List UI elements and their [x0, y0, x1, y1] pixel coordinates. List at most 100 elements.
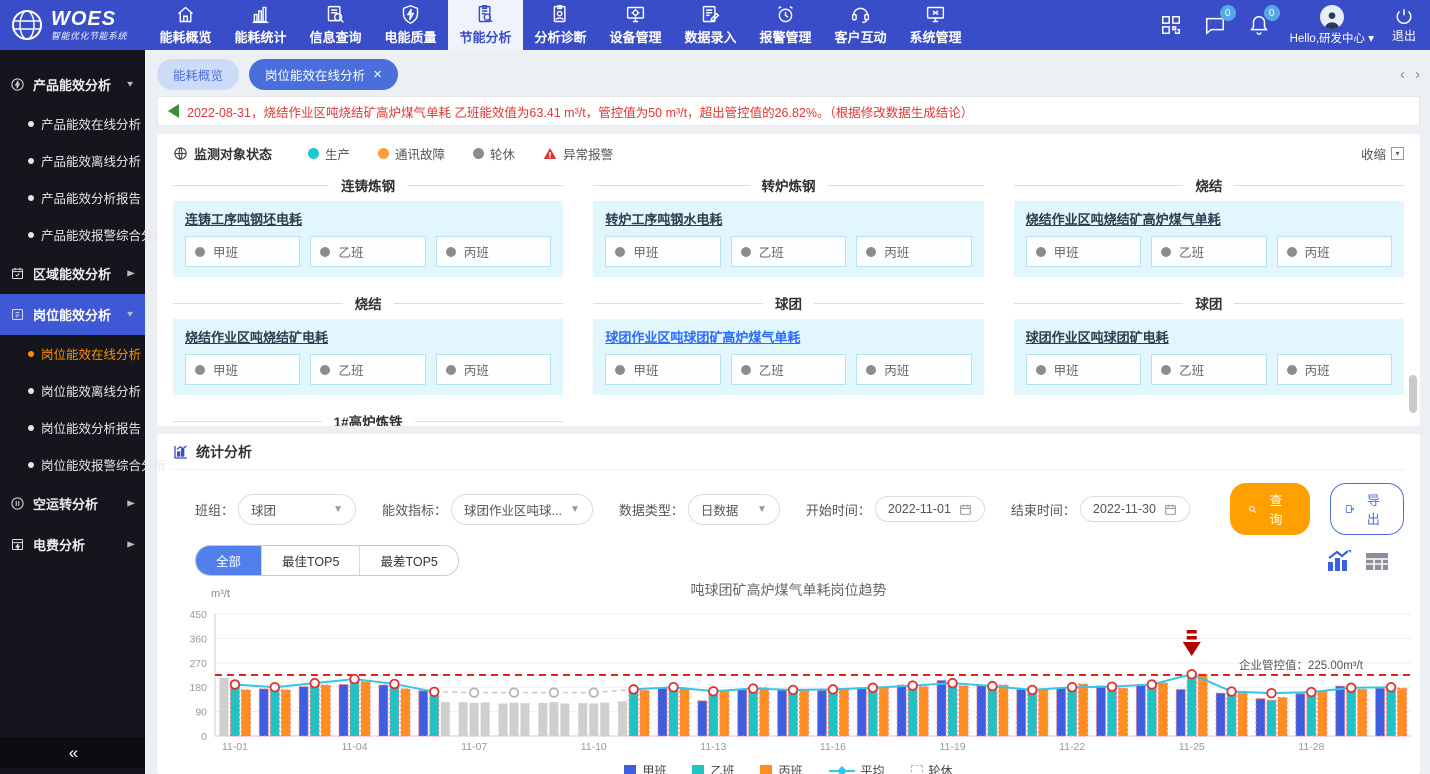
average-point[interactable]: [908, 681, 917, 690]
bar-丙班[interactable]: [640, 690, 649, 736]
shift-status-box[interactable]: 丙班: [436, 236, 551, 267]
top-nav-item-6[interactable]: 分析诊断: [523, 0, 598, 50]
bar-甲班[interactable]: [817, 690, 826, 736]
bar-丙班[interactable]: [1119, 688, 1128, 736]
bar-乙班[interactable]: [310, 684, 319, 736]
bell-icon[interactable]: 0: [1246, 12, 1272, 38]
legend-item-甲班[interactable]: 甲班: [624, 762, 666, 774]
bar-丙班[interactable]: [281, 690, 290, 736]
average-point[interactable]: [310, 679, 319, 688]
average-point[interactable]: [1148, 680, 1157, 689]
chart-view-icon[interactable]: [1326, 549, 1352, 573]
bar-丙班[interactable]: [999, 685, 1008, 736]
bar-乙班[interactable]: [749, 689, 758, 736]
monitor-scrollbar[interactable]: [1409, 140, 1417, 420]
shift-status-box[interactable]: 甲班: [605, 236, 720, 267]
start-date-input[interactable]: 2022-11-01: [875, 496, 985, 522]
bar-丙班[interactable]: [1278, 698, 1287, 736]
top-nav-item-4[interactable]: 电能质量: [373, 0, 448, 50]
shift-status-box[interactable]: 丙班: [436, 354, 551, 385]
bar-乙班[interactable]: [789, 691, 798, 736]
average-point[interactable]: [390, 680, 399, 689]
bar-甲班[interactable]: [578, 703, 587, 736]
export-button[interactable]: 导 出: [1330, 483, 1404, 535]
bar-丙班[interactable]: [441, 702, 450, 736]
bar-乙班[interactable]: [1347, 687, 1356, 736]
average-point[interactable]: [669, 683, 678, 692]
page-tab-1[interactable]: 能耗概览: [157, 59, 239, 90]
bar-甲班[interactable]: [1176, 689, 1185, 736]
qr-code-icon[interactable]: [1158, 12, 1184, 38]
indicator-link[interactable]: 转炉工序吨钢水电耗: [605, 209, 722, 228]
bar-甲班[interactable]: [419, 691, 428, 736]
bar-乙班[interactable]: [390, 686, 399, 736]
bar-丙班[interactable]: [241, 690, 250, 736]
top-nav-item-11[interactable]: 系统管理: [898, 0, 973, 50]
shift-status-box[interactable]: 乙班: [731, 236, 846, 267]
top-nav-item-7[interactable]: 设备管理: [598, 0, 673, 50]
logout-button[interactable]: 退出: [1392, 7, 1416, 44]
bar-乙班[interactable]: [1187, 672, 1196, 736]
shift-status-box[interactable]: 丙班: [856, 354, 971, 385]
bar-乙班[interactable]: [669, 687, 678, 736]
bar-丙班[interactable]: [1238, 693, 1247, 736]
bar-丙班[interactable]: [879, 687, 888, 736]
average-point[interactable]: [948, 679, 957, 688]
average-point[interactable]: [350, 675, 359, 684]
shift-status-box[interactable]: 乙班: [310, 236, 425, 267]
shift-status-box[interactable]: 甲班: [185, 354, 300, 385]
close-icon[interactable]: ✕: [373, 68, 382, 81]
average-point[interactable]: [1307, 688, 1316, 697]
legend-item-丙班[interactable]: 丙班: [760, 762, 802, 774]
sidebar-collapse-button[interactable]: «: [0, 737, 145, 768]
top-nav-item-1[interactable]: 能耗概览: [148, 0, 223, 50]
bar-甲班[interactable]: [259, 689, 268, 736]
average-point[interactable]: [869, 683, 878, 692]
bar-乙班[interactable]: [1108, 687, 1117, 736]
bar-甲班[interactable]: [1296, 694, 1305, 736]
bar-丙班[interactable]: [521, 703, 530, 736]
shift-status-box[interactable]: 甲班: [1026, 236, 1141, 267]
bar-甲班[interactable]: [538, 703, 547, 736]
view-tab-2[interactable]: 最佳TOP5: [262, 546, 360, 575]
average-point[interactable]: [709, 687, 718, 696]
bar-甲班[interactable]: [738, 689, 747, 736]
bar-甲班[interactable]: [1057, 689, 1066, 736]
bar-丙班[interactable]: [1318, 691, 1327, 736]
legend-item-offduty[interactable]: 轮休: [911, 762, 953, 774]
shift-status-box[interactable]: 乙班: [310, 354, 425, 385]
average-point[interactable]: [1347, 683, 1356, 692]
average-point[interactable]: [550, 688, 559, 697]
bar-丙班[interactable]: [481, 702, 490, 736]
bar-乙班[interactable]: [230, 687, 239, 736]
bar-丙班[interactable]: [1198, 674, 1207, 736]
tabs-next-arrow[interactable]: ›: [1415, 66, 1420, 83]
average-point[interactable]: [231, 680, 240, 689]
average-point[interactable]: [1068, 683, 1077, 692]
shift-status-box[interactable]: 乙班: [1151, 236, 1266, 267]
sidebar-child-8[interactable]: 岗位能效在线分析: [0, 335, 145, 372]
bar-甲班[interactable]: [618, 701, 627, 736]
sidebar-parent-6[interactable]: 区域能效分析▶: [0, 253, 145, 294]
bar-甲班[interactable]: [857, 688, 866, 736]
bar-乙班[interactable]: [988, 687, 997, 736]
top-nav-item-10[interactable]: 客户互动: [823, 0, 898, 50]
sidebar-child-10[interactable]: 岗位能效分析报告: [0, 409, 145, 446]
sidebar-child-3[interactable]: 产品能效离线分析: [0, 142, 145, 179]
table-view-icon[interactable]: [1364, 549, 1390, 573]
top-nav-item-9[interactable]: 报警管理: [748, 0, 823, 50]
bar-乙班[interactable]: [470, 703, 479, 736]
average-point[interactable]: [1267, 689, 1276, 698]
bar-乙班[interactable]: [510, 703, 519, 736]
indicator-select[interactable]: 球团作业区吨球...▼: [451, 494, 593, 525]
bar-乙班[interactable]: [629, 690, 638, 736]
bar-甲班[interactable]: [1136, 684, 1145, 736]
average-point[interactable]: [1387, 683, 1396, 692]
bar-丙班[interactable]: [680, 689, 689, 736]
top-nav-item-3[interactable]: 信息查询: [298, 0, 373, 50]
average-point[interactable]: [510, 688, 519, 697]
indicator-link[interactable]: 烧结作业区吨烧结矿高炉煤气单耗: [1026, 209, 1221, 228]
bar-丙班[interactable]: [401, 689, 410, 736]
average-point[interactable]: [749, 684, 758, 693]
bar-丙班[interactable]: [560, 703, 569, 736]
